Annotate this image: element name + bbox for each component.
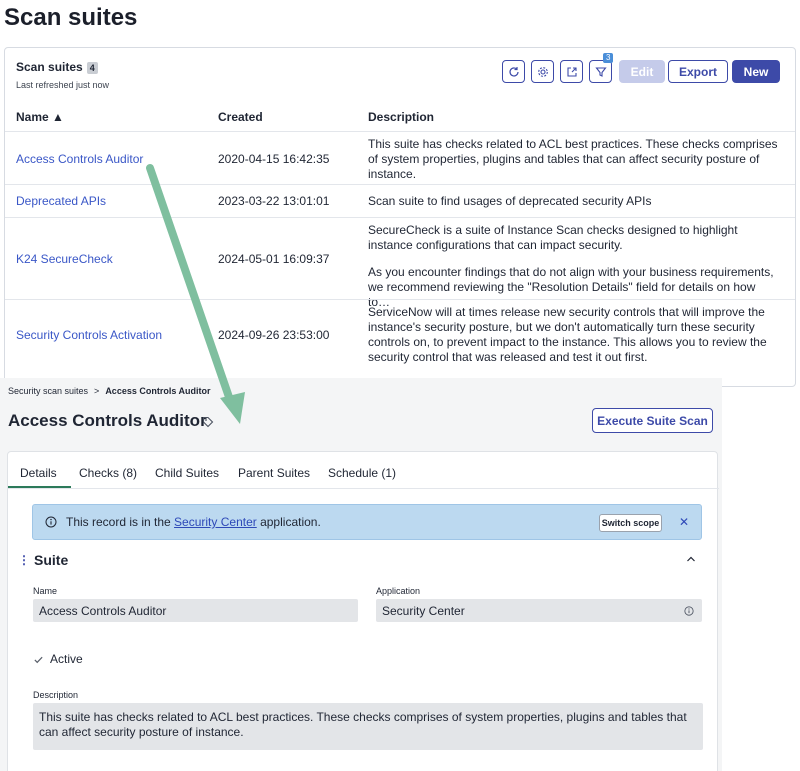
banner-prefix: This record is in the [66,515,175,529]
application-field[interactable]: Security Center [376,599,702,622]
tabs-divider [8,488,719,489]
info-icon[interactable] [684,605,694,619]
breadcrumb: Security scan suites > Access Controls Aud… [8,386,211,396]
created-cell: 2024-09-26 23:53:00 [218,328,330,342]
application-field-value: Security Center [382,604,465,618]
drag-handle-icon[interactable]: ⋮ [18,553,30,567]
record-panel: Security scan suites > Access Controls Aud… [0,378,722,771]
export-list-button[interactable] [560,60,583,83]
description-field-label: Description [33,690,79,700]
table-row: K24 SecureCheck 2024-05-01 16:09:37 Secu… [5,217,795,309]
filter-button[interactable] [589,60,612,83]
export-button[interactable]: Export [668,60,728,83]
table-row: Security Controls Activation 2024-09-26 … [5,299,795,386]
scope-banner: This record is in the Security Center ap… [32,504,702,540]
new-button[interactable]: New [732,60,780,83]
edit-button[interactable]: Edit [619,60,665,83]
suite-name-link[interactable]: Security Controls Activation [16,328,162,342]
security-center-link[interactable]: Security Center [174,515,257,529]
record-title: Access Controls Auditor [8,411,207,430]
created-cell: 2023-03-22 13:01:01 [218,194,330,208]
last-refreshed-text: Last refreshed just now [16,80,110,90]
description-cell: ServiceNow will at times release new sec… [368,305,767,364]
breadcrumb-current: Access Controls Auditor [105,386,211,396]
info-icon [45,515,57,533]
refresh-button[interactable] [502,60,525,83]
tag-icon[interactable] [202,415,214,433]
banner-suffix: application. [256,515,321,529]
scan-suites-list: Scan suites 4 Last refreshed just now 3 E… [4,47,796,387]
tab-details[interactable]: Details [20,466,57,480]
list-title: Scan suites 4 [16,60,98,74]
description-cell: Scan suite to find usages of deprecated … [368,194,652,208]
checkmark-icon [34,656,43,663]
tab-checks[interactable]: Checks (8) [79,466,137,480]
active-checkbox[interactable]: Active [33,652,83,666]
list-count-badge: 4 [86,61,98,74]
record-form: Details Checks (8) Child Suites Parent S… [7,451,719,771]
description-cell: This suite has checks related to ACL bes… [368,137,778,181]
active-label: Active [50,652,83,666]
description-field[interactable]: This suite has checks related to ACL bes… [33,703,703,750]
filter-icon [594,66,607,77]
active-tab-indicator [8,486,71,488]
gear-icon [537,66,548,77]
tab-parent-suites[interactable]: Parent Suites [238,466,310,480]
suite-name-link[interactable]: Access Controls Auditor [16,152,143,166]
tab-schedule[interactable]: Schedule (1) [328,466,396,480]
breadcrumb-parent-link[interactable]: Security scan suites [8,386,88,396]
filter-count-badge: 3 [603,53,614,63]
table-row: Deprecated APIs 2023-03-22 13:01:01 Scan… [5,184,795,217]
description-cell: SecureCheck is a suite of Instance Scan … [368,223,738,252]
suite-name-link[interactable]: K24 SecureCheck [16,252,113,266]
breadcrumb-separator: > [94,386,100,396]
chevron-up-icon[interactable] [685,552,697,570]
close-icon[interactable]: ✕ [679,515,689,529]
banner-message: This record is in the Security Center ap… [66,515,321,529]
refresh-icon [508,66,519,77]
list-title-text: Scan suites [16,60,83,74]
section-title: Suite [34,552,69,568]
execute-suite-scan-button[interactable]: Execute Suite Scan [592,408,713,433]
name-field-label: Name [33,586,58,596]
tab-child-suites[interactable]: Child Suites [155,466,219,480]
table-row: Access Controls Auditor 2020-04-15 16:42… [5,131,795,184]
created-cell: 2020-04-15 16:42:35 [218,152,330,166]
page-title: Scan suites [4,4,138,31]
suite-name-link[interactable]: Deprecated APIs [16,194,106,208]
switch-scope-button[interactable]: Switch scope [599,514,662,532]
settings-button[interactable] [531,60,554,83]
column-header-description[interactable]: Description [368,110,434,124]
application-field-label: Application [376,586,421,596]
export-icon [566,66,577,77]
column-header-created[interactable]: Created [218,110,263,124]
column-header-name[interactable]: Name ▲ [16,110,64,124]
name-field[interactable]: Access Controls Auditor [33,599,358,622]
created-cell: 2024-05-01 16:09:37 [218,252,330,266]
